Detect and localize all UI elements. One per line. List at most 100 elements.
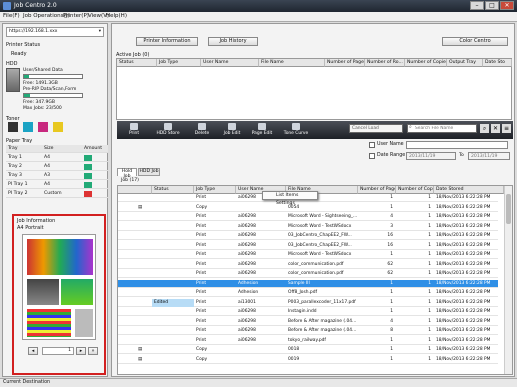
date-stored-cell: 18/Nov/2013 6:22:28 PM [436, 347, 491, 352]
job-type-cell: Copy [196, 356, 208, 362]
copies-cell: 1 [428, 223, 431, 229]
printer-information-button[interactable]: Printer Information [136, 37, 198, 46]
color-centro-button[interactable]: Color Centro [442, 37, 508, 46]
table-row[interactable]: Print ai06298 tokyo_railway.pdf 1 1 18/Nov/20… [118, 337, 498, 345]
date-from-field[interactable]: 2013/11/19 [406, 152, 456, 160]
toner-c-icon [23, 122, 33, 132]
context-menu-list-items-settings[interactable]: List Items Settings [262, 191, 318, 206]
pages-cell: 1 [390, 309, 393, 314]
print-button[interactable]: Print [119, 123, 149, 138]
menu-bar: File(F) Job Operations(J) Printer(P) Vie… [0, 12, 517, 22]
menu-file[interactable]: File(F) [3, 13, 20, 19]
pages-cell: 1 [390, 337, 393, 343]
file-name-cell: P003_parallexcoder_11x17.pdf [288, 299, 356, 305]
table-row[interactable]: Print ai06298 Microsoft Word - TestWSdocx 3… [118, 223, 498, 231]
scroll-thumb[interactable] [506, 194, 511, 224]
date-stored-cell: 18/Nov/2013 6:22:28 PM [436, 271, 491, 276]
table-row[interactable]: Print ai06298 03_JobCentro_ChapEE2_FW... 16… [118, 242, 498, 250]
tray-col-size: Size [44, 146, 54, 151]
last-page-button[interactable]: » [88, 347, 98, 355]
col-job-type[interactable]: Job Type [194, 186, 236, 194]
user-name-cell: ai13001 [238, 299, 256, 305]
hold-job-count: Job (17) [121, 178, 139, 183]
user-name-cell: ai06298 [238, 271, 256, 276]
search-input[interactable] [407, 124, 477, 133]
preview-image [27, 239, 93, 275]
tab-hdd-job[interactable]: HDD Job [138, 168, 160, 176]
user-name-cell: ai06298 [238, 242, 256, 248]
maximize-button[interactable]: □ [485, 1, 499, 10]
job-info-label: Job Information [17, 218, 56, 224]
table-row[interactable]: ▤ Copy 0018 1 1 18/Nov/2013 6:22:28 PM [118, 346, 498, 354]
minimize-button[interactable]: – [470, 1, 484, 10]
col-output-tray[interactable]: Output Tray [447, 59, 483, 67]
page-edit-button[interactable]: Page Edit [247, 123, 277, 138]
job-type-icon: ▤ [138, 347, 143, 352]
col-job-type[interactable]: Job Type [157, 59, 201, 67]
printer-selector[interactable]: https://192.168.1.xxx ▾ [6, 27, 104, 37]
preview-image [75, 309, 93, 337]
pages-cell: 16 [387, 242, 393, 248]
tray-amount-icon [84, 164, 92, 170]
close-button[interactable]: ✕ [500, 1, 514, 10]
search-button[interactable]: ⌕ [480, 124, 489, 133]
col-date-stored[interactable]: Date Stored [434, 186, 504, 194]
hdd-free-2: Free: 347.9GB [23, 100, 55, 105]
table-row[interactable]: Print ai06298 Before & After magazine (.04… [118, 327, 498, 335]
date-range-checkbox[interactable] [369, 153, 375, 159]
current-destination: Current Destination [3, 380, 51, 385]
table-row[interactable]: Print ai06298 Microsoft Word - TestWSdocx 1… [118, 251, 498, 259]
table-row[interactable]: Print ai06298 Instagin.indd 1 1 18/Nov/2013 6… [118, 308, 498, 316]
clear-search-button[interactable]: ✕ [491, 124, 500, 133]
table-row[interactable]: ▤ Copy 0054 1 1 18/Nov/2013 6:22:28 PM [118, 204, 498, 212]
window-title: Job Centro 2.0 [14, 2, 57, 9]
tab-hold-job[interactable]: Hold Job [117, 168, 137, 179]
table-row[interactable]: Print ai06298 Microsoft Word - Sightseeing… [118, 213, 498, 221]
prev-page-button[interactable]: ◂ [28, 347, 38, 355]
menu-printer[interactable]: Printer(P) [63, 13, 89, 19]
col-user-name[interactable]: User Name [201, 59, 259, 67]
col-pages[interactable]: Number of Pages [358, 186, 396, 194]
col-pages[interactable]: Number of Pages [325, 59, 365, 67]
table-row[interactable]: Edited Print ai13001 P003_parallexcoder_11x… [118, 298, 498, 307]
col-status[interactable]: Status [152, 186, 194, 194]
col-date-stored[interactable]: Date Sto [483, 59, 512, 67]
copies-cell: 1 [428, 214, 431, 219]
paper-tray-label: Paper Tray [6, 138, 33, 144]
date-stored-cell: 18/Nov/2013 6:22:28 PM [436, 223, 491, 229]
job-edit-button[interactable]: Job Edit [217, 123, 247, 138]
table-row[interactable]: Print ai06298 03_JobCentro_ChapEE2_FW... 16… [118, 232, 498, 240]
next-page-button[interactable]: ▸ [76, 347, 86, 355]
cancel-load-field[interactable]: Cancel Load [349, 124, 403, 133]
tray-name: PI Tray 2 [8, 191, 28, 196]
delete-button[interactable]: Delete [187, 123, 217, 138]
table-row[interactable]: Print Adhesion Off8_Josh.pdf 1 1 18/Nov/2013 … [118, 289, 498, 297]
date-stored-cell: 18/Nov/2013 6:22:28 PM [436, 337, 491, 343]
filter-button[interactable]: ≡ [502, 124, 511, 133]
table-row[interactable]: Print ai06298 color_communication.pdf 62 1 18… [118, 261, 498, 269]
col-status[interactable]: Status [117, 59, 157, 67]
col-rows[interactable]: Number of Ro... [365, 59, 405, 67]
menu-help[interactable]: Help(H) [106, 13, 127, 19]
table-row[interactable]: ▤ Copy 0019 1 1 18/Nov/2013 6:22:28 PM [118, 356, 498, 364]
col-file-name[interactable]: File Name [259, 59, 325, 67]
tray-amount-icon [84, 191, 92, 197]
printer-status-label: Printer Status [6, 42, 41, 48]
table-row[interactable]: Print Adhesion Sample III 1 1 18/Nov/2013 6:2… [118, 279, 498, 288]
col-copies[interactable]: Number of Copies [396, 186, 434, 194]
col-copies[interactable]: Number of Copies [405, 59, 447, 67]
page-number-field[interactable]: 1 [42, 347, 74, 355]
user-name-checkbox[interactable] [369, 142, 375, 148]
table-row[interactable]: Print ai06298 color_communication.pdf 62 1 18… [118, 270, 498, 278]
file-name-cell: color_communication.pdf [288, 261, 344, 267]
hdd-store-button[interactable]: HDD Store [153, 123, 183, 138]
job-type-cell: Print [196, 233, 207, 238]
table-scrollbar[interactable] [504, 186, 512, 374]
tone-curve-button[interactable]: Tone Curve [281, 123, 311, 138]
user-name-input[interactable] [406, 141, 508, 149]
job-type-cell: Print [196, 337, 207, 343]
copies-cell: 1 [428, 261, 431, 267]
date-to-field[interactable]: 2013/11/19 [468, 152, 510, 160]
table-row[interactable]: Print ai06298 Before & After magazine (.04… [118, 318, 498, 326]
job-history-button[interactable]: Job History [208, 37, 258, 46]
